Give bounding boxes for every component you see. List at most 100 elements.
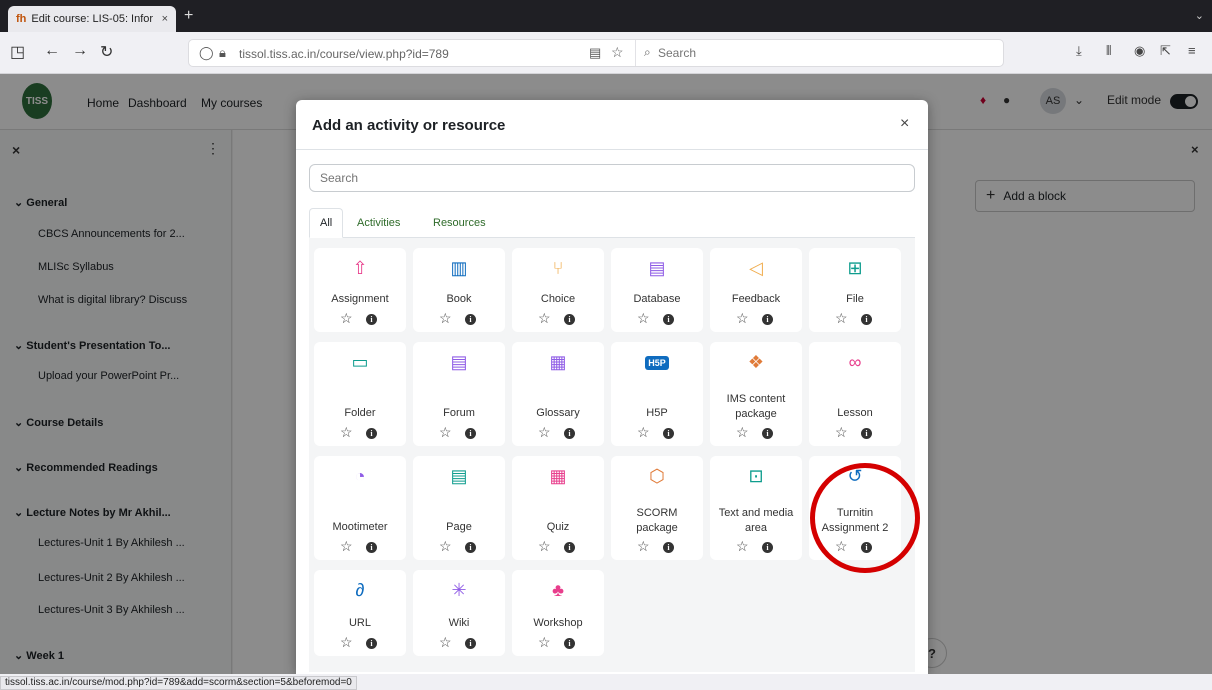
activity-card[interactable]: ▤ Forum ☆ i <box>413 342 505 446</box>
activity-card[interactable]: ∂ URL ☆ i <box>314 570 406 656</box>
modal-title: Add an activity or resource <box>312 117 506 134</box>
activity-card[interactable]: ▤ Page ☆ i <box>413 456 505 560</box>
address-bar[interactable]: ◯ 🔒︎ tissol.tiss.ac.in/course/view.php?i… <box>188 39 1004 67</box>
info-icon[interactable]: i <box>465 542 476 553</box>
tab-list-icon[interactable]: ⌄ <box>1195 9 1204 22</box>
info-icon[interactable]: i <box>762 542 773 553</box>
activity-card[interactable]: ⑂ Choice ☆ i <box>512 248 604 332</box>
sidebar-toggle-icon[interactable]: ◳ <box>10 42 25 62</box>
info-icon[interactable]: i <box>465 638 476 649</box>
star-icon[interactable]: ☆ <box>340 310 353 327</box>
star-icon[interactable]: ☆ <box>736 310 749 327</box>
browser-search-input[interactable] <box>658 44 958 62</box>
activity-card[interactable]: ▦ Glossary ☆ i <box>512 342 604 446</box>
browser-tab-bar: fh Edit course: LIS-05: Infor × + ⌄ <box>0 0 1212 32</box>
download-icon[interactable]: ⤓ <box>1076 43 1082 59</box>
activity-card[interactable]: ⊡ Text and media area ☆ i <box>710 456 802 560</box>
activity-card[interactable]: ⊞ File ☆ i <box>809 248 901 332</box>
activity-card[interactable]: ∞ Lesson ☆ i <box>809 342 901 446</box>
activity-search-input[interactable] <box>309 164 915 192</box>
info-icon[interactable]: i <box>663 428 674 439</box>
activity-card[interactable]: ▦ Quiz ☆ i <box>512 456 604 560</box>
info-icon[interactable]: i <box>465 428 476 439</box>
star-icon[interactable]: ☆ <box>439 634 452 651</box>
info-icon[interactable]: i <box>861 428 872 439</box>
close-tab-icon[interactable]: × <box>162 13 168 25</box>
lock-icon[interactable]: 🔒︎ <box>219 45 226 61</box>
star-icon[interactable]: ☆ <box>439 424 452 441</box>
browser-search[interactable]: ⌕ <box>635 40 1003 66</box>
star-icon[interactable]: ☆ <box>538 634 551 651</box>
favicon-icon: fh <box>16 13 27 25</box>
info-icon[interactable]: i <box>762 428 773 439</box>
activity-card[interactable]: ♣ Workshop ☆ i <box>512 570 604 656</box>
info-icon[interactable]: i <box>564 428 575 439</box>
activity-card[interactable]: ⇧ Assignment ☆ i <box>314 248 406 332</box>
url-text[interactable]: tissol.tiss.ac.in/course/view.php?id=789 <box>239 47 449 61</box>
star-icon[interactable]: ☆ <box>736 424 749 441</box>
forward-icon[interactable]: → <box>72 42 88 60</box>
new-tab-icon[interactable]: + <box>184 7 193 25</box>
activity-name: Forum <box>443 407 475 419</box>
info-icon[interactable]: i <box>366 542 377 553</box>
star-icon[interactable]: ☆ <box>340 424 353 441</box>
lesson-icon: ∞ <box>848 352 862 372</box>
star-icon[interactable]: ☆ <box>637 310 650 327</box>
activity-name: Lesson <box>837 407 873 419</box>
url-icon: ∂ <box>355 580 365 600</box>
reader-view-icon[interactable]: ▤ <box>589 45 601 61</box>
activity-card[interactable]: ◁ Feedback ☆ i <box>710 248 802 332</box>
back-icon[interactable]: ← <box>44 42 60 60</box>
star-icon[interactable]: ☆ <box>340 538 353 555</box>
tab-activities[interactable]: Activities <box>347 208 410 238</box>
activity-name: IMS content package <box>726 393 786 420</box>
tab-all[interactable]: All <box>309 208 344 238</box>
activity-card[interactable]: ◔ Mootimeter ☆ i <box>314 456 406 560</box>
info-icon[interactable]: i <box>564 638 575 649</box>
modal-header: Add an activity or resource × <box>296 100 928 150</box>
activity-card[interactable]: ⬡ SCORM package ☆ i <box>611 456 703 560</box>
star-icon[interactable]: ☆ <box>538 424 551 441</box>
info-icon[interactable]: i <box>663 314 674 325</box>
bookmark-star-icon[interactable]: ☆ <box>611 44 624 61</box>
account-icon[interactable]: ◉ <box>1134 43 1145 59</box>
menu-icon[interactable]: ≡ <box>1188 43 1196 58</box>
info-icon[interactable]: i <box>366 314 377 325</box>
info-icon[interactable]: i <box>366 428 377 439</box>
extensions-icon[interactable]: ⇱ <box>1160 43 1171 59</box>
info-icon[interactable]: i <box>762 314 773 325</box>
info-icon[interactable]: i <box>366 638 377 649</box>
star-icon[interactable]: ☆ <box>439 310 452 327</box>
activity-name: Assignment <box>331 293 389 305</box>
tab-resources[interactable]: Resources <box>423 208 496 238</box>
star-icon[interactable]: ☆ <box>340 634 353 651</box>
star-icon[interactable]: ☆ <box>637 424 650 441</box>
library-icon[interactable]: ⫴ <box>1106 43 1111 59</box>
activity-name: H5P <box>646 407 668 419</box>
info-icon[interactable]: i <box>861 314 872 325</box>
activity-card[interactable]: ▤ Database ☆ i <box>611 248 703 332</box>
info-icon[interactable]: i <box>564 542 575 553</box>
browser-tab[interactable]: fh Edit course: LIS-05: Infor × <box>8 6 176 32</box>
database-icon: ▤ <box>648 258 666 278</box>
info-icon[interactable]: i <box>564 314 575 325</box>
star-icon[interactable]: ☆ <box>538 538 551 555</box>
activity-card[interactable]: H5P H5P ☆ i <box>611 342 703 446</box>
star-icon[interactable]: ☆ <box>538 310 551 327</box>
chooser-tabs: All Activities Resources <box>309 208 915 238</box>
info-icon[interactable]: i <box>663 542 674 553</box>
activity-card[interactable]: ✳ Wiki ☆ i <box>413 570 505 656</box>
activity-card[interactable]: ▥ Book ☆ i <box>413 248 505 332</box>
star-icon[interactable]: ☆ <box>835 310 848 327</box>
activity-card[interactable]: ▭ Folder ☆ i <box>314 342 406 446</box>
info-icon[interactable]: i <box>465 314 476 325</box>
activity-card[interactable]: ❖ IMS content package ☆ i <box>710 342 802 446</box>
star-icon[interactable]: ☆ <box>637 538 650 555</box>
ims-package-icon: ❖ <box>747 352 765 372</box>
star-icon[interactable]: ☆ <box>736 538 749 555</box>
star-icon[interactable]: ☆ <box>835 424 848 441</box>
reload-icon[interactable]: ↻ <box>100 42 113 62</box>
close-icon[interactable]: × <box>900 115 909 133</box>
shield-icon[interactable]: ◯ <box>199 45 214 61</box>
star-icon[interactable]: ☆ <box>439 538 452 555</box>
